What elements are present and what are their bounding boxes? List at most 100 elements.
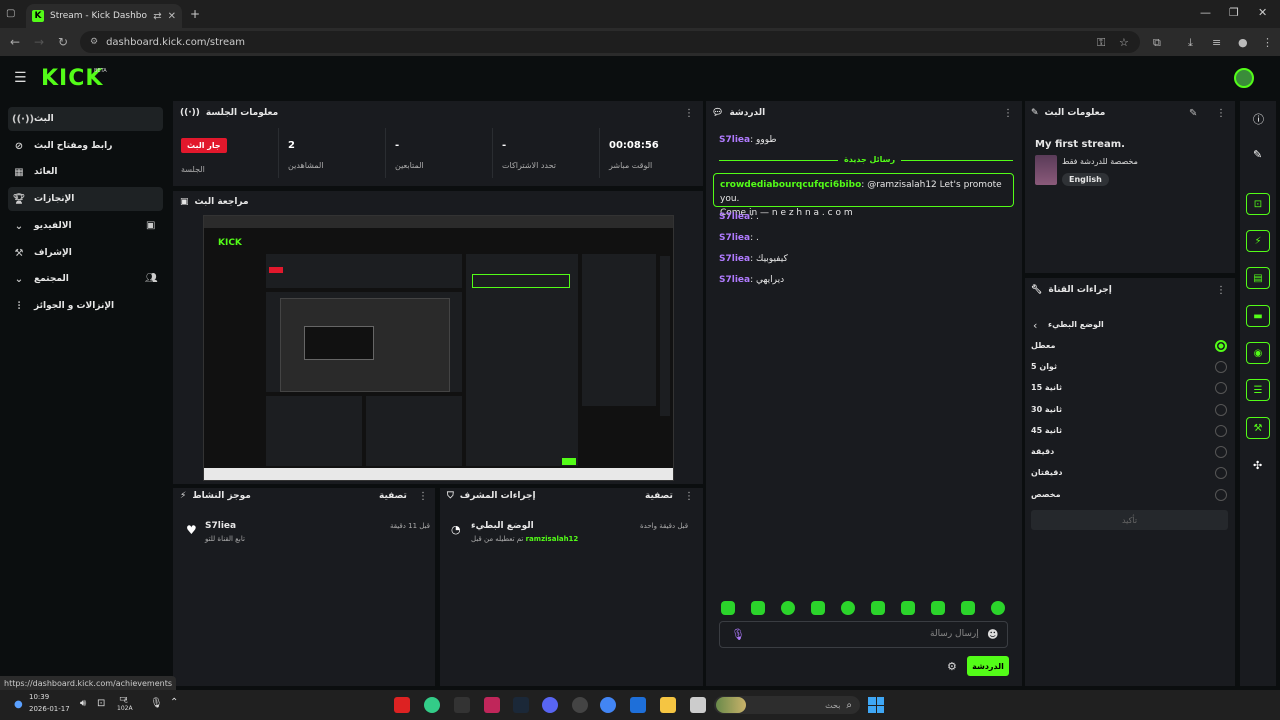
terminal-icon[interactable]: [454, 697, 470, 713]
slow-option-radio[interactable]: [1215, 404, 1227, 416]
stream-category[interactable]: مخصصة للدردشة فقط: [1062, 157, 1138, 166]
rail-notes-button[interactable]: ▤: [1246, 267, 1270, 289]
chat-username[interactable]: S7liea: [719, 135, 750, 145]
chat-username[interactable]: S7liea: [719, 233, 750, 243]
bookmark-star-icon[interactable]: ☆: [1119, 36, 1129, 49]
emote-icon[interactable]: [781, 601, 795, 615]
slow-option-radio[interactable]: [1215, 446, 1227, 458]
chat-settings-gear-icon[interactable]: ⚙: [947, 660, 957, 673]
taskbar-time[interactable]: 10:39: [29, 693, 49, 701]
chrome-icon[interactable]: [600, 697, 616, 713]
activity-menu-icon[interactable]: ⋮: [418, 491, 428, 502]
forward-icon[interactable]: →: [27, 35, 51, 49]
back-icon[interactable]: ←: [3, 35, 27, 49]
stream-info-menu-icon[interactable]: ⋮: [1216, 108, 1226, 119]
rail-activity-button[interactable]: ⚡︎: [1246, 230, 1270, 252]
app-icon[interactable]: [572, 697, 588, 713]
rail-broadcast-button[interactable]: ◉: [1246, 342, 1270, 364]
slow-option-radio[interactable]: [1215, 361, 1227, 373]
sidebar-item-stream-key[interactable]: ⊘ رابط ومفتاح البث: [8, 134, 163, 158]
emoji-icon[interactable]: ☻: [987, 628, 998, 641]
hamburger-menu-icon[interactable]: ☰: [14, 70, 27, 86]
browser-menu-icon[interactable]: ⋮: [1262, 36, 1273, 49]
chat-username[interactable]: crowdediabourqcufqci6bibo: [720, 180, 861, 190]
emote-icon[interactable]: [991, 601, 1005, 615]
emote-icon[interactable]: [871, 601, 885, 615]
mod-menu-icon[interactable]: ⋮: [684, 491, 694, 502]
media-control-icon[interactable]: ≡: [1212, 36, 1221, 49]
slow-option-radio[interactable]: [1215, 425, 1227, 437]
chat-send-button[interactable]: الدردشة: [967, 656, 1009, 676]
app-icon[interactable]: [394, 697, 410, 713]
channel-actions-menu-icon[interactable]: ⋮: [1216, 285, 1226, 296]
steam-icon[interactable]: [513, 697, 529, 713]
confirm-button[interactable]: تأكيد: [1031, 510, 1228, 530]
sidebar-item-moderation[interactable]: ⚒ الإشراف: [8, 241, 163, 265]
chat-username[interactable]: S7liea: [719, 212, 750, 222]
discord-icon[interactable]: [542, 697, 558, 713]
profile-icon[interactable]: ●: [1238, 36, 1248, 49]
minimize-icon[interactable]: —: [1200, 6, 1211, 19]
weather-icon[interactable]: ●: [14, 699, 23, 710]
rail-session-button[interactable]: ⊡: [1246, 193, 1270, 215]
sidebar-item-community[interactable]: ⌄ المجتمع: [8, 267, 163, 291]
mic-icon[interactable]: 🎙︎: [731, 628, 745, 641]
emote-icon[interactable]: [961, 601, 975, 615]
mic-icon[interactable]: 🎙︎: [150, 698, 163, 709]
maximize-icon[interactable]: ❐: [1229, 6, 1239, 19]
download-icon[interactable]: ⤓: [1188, 36, 1193, 50]
rail-layout-button[interactable]: ☰: [1246, 379, 1270, 401]
mod-filter-button[interactable]: تصفية: [645, 491, 673, 501]
close-window-icon[interactable]: ✕: [1258, 6, 1267, 19]
new-tab-icon[interactable]: +: [190, 7, 200, 21]
emote-icon[interactable]: [721, 601, 735, 615]
site-info-icon[interactable]: ⚙: [90, 37, 98, 47]
reload-icon[interactable]: ↻: [51, 35, 75, 49]
sidebar-item-drops[interactable]: ⫶ الإنزالات و الجوائز: [8, 294, 163, 318]
slow-option-radio[interactable]: [1215, 467, 1227, 479]
emote-icon[interactable]: [931, 601, 945, 615]
activity-item-user[interactable]: S7liea: [205, 521, 236, 531]
slow-option-radio[interactable]: [1215, 382, 1227, 394]
activity-filter-button[interactable]: تصفية: [379, 491, 407, 501]
input-language[interactable]: ع: [124, 696, 128, 703]
file-explorer-icon[interactable]: [660, 697, 676, 713]
slow-option-radio[interactable]: [1215, 489, 1227, 501]
chevron-left-icon[interactable]: ‹: [1033, 319, 1037, 332]
add-widget-icon[interactable]: ✣: [1253, 459, 1262, 472]
app-icon[interactable]: [690, 697, 706, 713]
slow-option-radio[interactable]: [1215, 340, 1227, 352]
app-icon[interactable]: [484, 697, 500, 713]
tab-close-icon[interactable]: ✕: [168, 11, 176, 22]
tab-media-icon[interactable]: ⇄: [153, 11, 161, 22]
sidebar-item-revenue[interactable]: ▦ العائد: [8, 160, 163, 184]
sidebar-item-stream[interactable]: ((·)) البث: [8, 107, 163, 131]
edit-stream-icon[interactable]: ✎: [1189, 108, 1197, 119]
emote-icon[interactable]: [751, 601, 765, 615]
rail-tools-button[interactable]: ⚒: [1246, 417, 1270, 439]
browser-tab-stream[interactable]: K Stream - Kick Dashboard ⇄ ✕: [26, 4, 182, 28]
pencil-icon[interactable]: ✎: [1253, 148, 1262, 161]
volume-icon[interactable]: 🔊︎: [80, 698, 86, 709]
chat-username[interactable]: S7liea: [719, 254, 750, 264]
password-key-icon[interactable]: ⚿: [1097, 36, 1105, 50]
mod-item-user[interactable]: ramzisalah12: [526, 535, 579, 543]
category-thumbnail[interactable]: [1035, 155, 1057, 185]
chevron-up-icon[interactable]: ⌃: [170, 697, 178, 708]
emote-icon[interactable]: [811, 601, 825, 615]
sidebar-item-video[interactable]: ⌄ الالفيديو: [8, 214, 163, 238]
rail-chat-button[interactable]: ▬: [1246, 305, 1270, 327]
session-menu-icon[interactable]: ⋮: [684, 108, 694, 119]
extensions-icon[interactable]: ⧉: [1153, 36, 1161, 50]
emote-icon[interactable]: [901, 601, 915, 615]
windows-start-icon[interactable]: [868, 697, 884, 713]
chat-menu-icon[interactable]: ⋮: [1003, 108, 1013, 119]
user-avatar[interactable]: [1234, 68, 1254, 88]
chrome-icon[interactable]: [424, 697, 440, 713]
tab-list-icon[interactable]: ▢: [6, 8, 15, 19]
sidebar-item-achievements[interactable]: 🏆︎ الإنجازات: [8, 187, 163, 211]
taskbar-date[interactable]: 2026-01-17: [29, 705, 70, 713]
network-icon[interactable]: ⊡: [97, 698, 105, 709]
emote-icon[interactable]: [841, 601, 855, 615]
store-icon[interactable]: [630, 697, 646, 713]
